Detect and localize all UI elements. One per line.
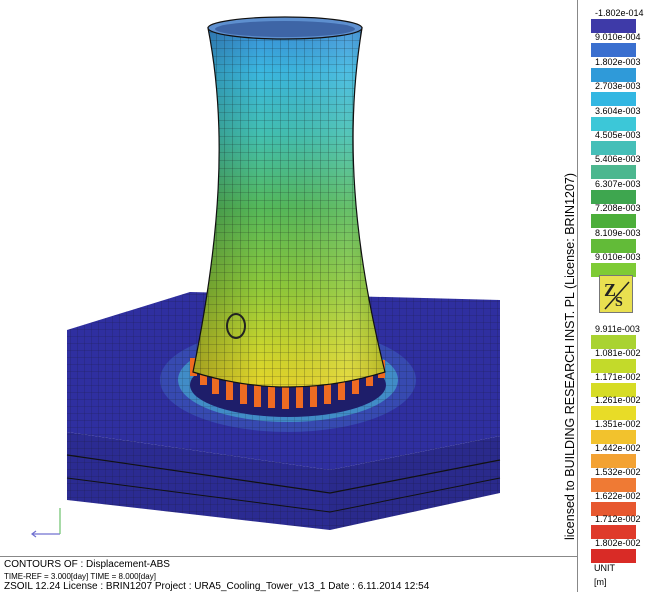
legend-value-label: 1.442e-002 [595, 443, 641, 453]
legend-value-label: 5.406e-003 [595, 154, 641, 165]
zsoil-logo: Z S [599, 275, 633, 313]
legend-value-label: 1.261e-002 [595, 395, 641, 406]
license-text: licensed to BUILDING RESEARCH INST. PL (… [563, 172, 577, 540]
tower-shell [192, 16, 386, 388]
legend-value-label: 1.802e-003 [595, 56, 641, 67]
legend-color-swatch [591, 549, 636, 564]
legend-value-label: 1.351e-002 [595, 419, 641, 430]
legend-color-swatch [591, 141, 636, 155]
legend-value-label: 1.802e-002 [595, 538, 641, 549]
axis-triad [31, 508, 61, 538]
legend-color-swatch [591, 92, 636, 107]
legend-value-label: 1.532e-002 [595, 466, 641, 477]
legend-color-swatch [591, 165, 636, 180]
project-info: ZSOIL 12.24 License : BRIN1207 Project :… [4, 581, 430, 592]
legend-value-label: 9.911e-003 [595, 324, 640, 334]
legend-value-label: 3.604e-003 [595, 105, 641, 116]
legend-value-label: 4.505e-003 [595, 130, 641, 140]
legend-value-label: 1.171e-002 [595, 371, 641, 382]
cooling-tower-model [31, 16, 501, 538]
contours-title: CONTOURS OF : Displacement-ABS [4, 559, 170, 570]
legend-value-label: 1.712e-002 [595, 514, 641, 525]
legend-value-label: 1.622e-002 [595, 490, 641, 501]
model-viewport[interactable] [0, 0, 577, 556]
legend-color-swatch [591, 189, 636, 204]
legend-value-label: -1.802e-014 [595, 8, 644, 18]
legend-value-label: 8.109e-003 [595, 227, 641, 238]
legend-color-swatch [591, 116, 636, 131]
legend-value-label: 2.703e-003 [595, 81, 641, 92]
legend-color-swatch [591, 238, 636, 253]
legend-value-label: 6.307e-003 [595, 178, 641, 189]
legend-color-swatch [591, 67, 636, 82]
status-footer: CONTOURS OF : Displacement-ABS TIME-REF … [0, 556, 577, 593]
legend-color-swatch [591, 43, 636, 58]
unit-value: [m] [594, 577, 607, 587]
legend-color-swatch [591, 214, 636, 229]
legend-color-swatch [591, 19, 636, 33]
legend-value-label: 9.010e-004 [595, 32, 641, 43]
legend-value-label: 7.208e-003 [595, 203, 641, 214]
unit-label: UNIT [594, 563, 615, 573]
legend-value-label: 9.010e-003 [595, 252, 641, 262]
legend-value-label: 1.081e-002 [595, 347, 641, 358]
